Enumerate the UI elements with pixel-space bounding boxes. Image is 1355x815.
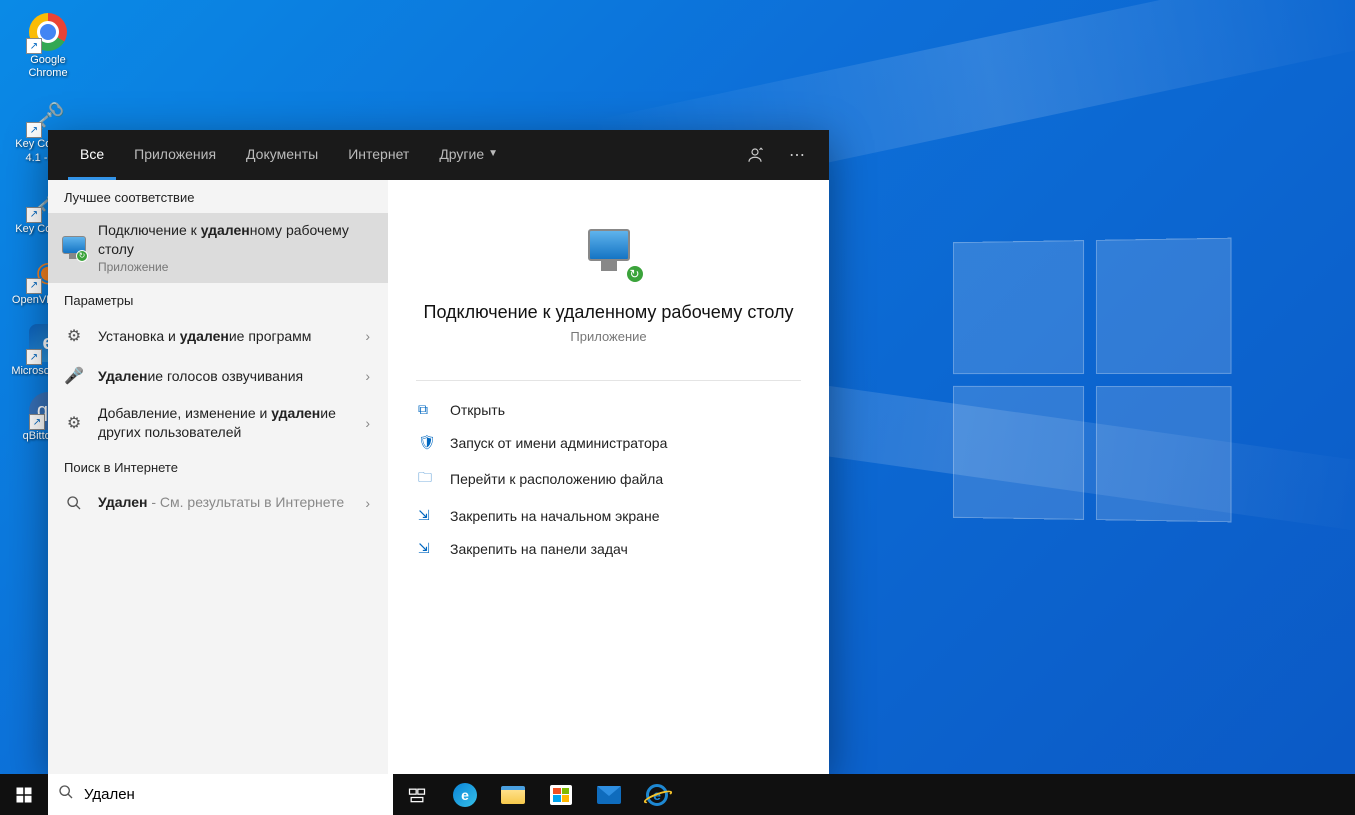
action-run-admin[interactable]: 🛡 Запуск от имени администратора xyxy=(388,426,829,459)
start-search-panel: Все Приложения Документы Интернет Другие… xyxy=(48,130,829,774)
windows-icon xyxy=(15,786,33,804)
tab-label: Документы xyxy=(246,146,318,162)
preview-app-subtitle: Приложение xyxy=(570,329,646,344)
tab-more[interactable]: Другие ▼ xyxy=(427,130,510,180)
taskbar-mail[interactable] xyxy=(585,774,633,815)
chevron-right-icon[interactable]: › xyxy=(361,415,374,431)
mic-icon: 🎤 xyxy=(62,364,86,388)
chrome-icon xyxy=(26,10,70,54)
edge-icon: e xyxy=(453,783,477,807)
search-input[interactable] xyxy=(84,786,383,803)
ie-icon: e xyxy=(646,784,668,806)
result-settings-item[interactable]: ⚙ Установка и удаление программ › xyxy=(48,316,388,356)
taskbar-explorer[interactable] xyxy=(489,774,537,815)
more-options-icon[interactable]: ⋯ xyxy=(779,137,815,173)
result-best-match[interactable]: ↻ Подключение к удаленному рабочему стол… xyxy=(48,213,388,283)
pin-icon: ⇲ xyxy=(418,507,436,524)
result-text: Удален - См. результаты в Интернете xyxy=(98,493,349,512)
section-web: Поиск в Интернете xyxy=(48,450,388,483)
tab-label: Приложения xyxy=(134,146,216,162)
pin-icon: ⇲ xyxy=(418,540,436,557)
search-icon xyxy=(62,491,86,515)
action-open[interactable]: ⧉ Открыть xyxy=(388,393,829,426)
action-file-location[interactable]: 🗀 Перейти к расположению файла xyxy=(388,459,829,499)
task-view-button[interactable] xyxy=(393,774,441,815)
result-text: Удаление голосов озвучивания xyxy=(98,367,349,386)
action-label: Запуск от имени администратора xyxy=(450,435,667,451)
action-pin-taskbar[interactable]: ⇲ Закрепить на панели задач xyxy=(388,532,829,565)
taskbar-ie[interactable]: e xyxy=(633,774,681,815)
desktop[interactable]: Google Chrome 🗝️ Key Collector 4.1 - Tes… xyxy=(0,0,1355,815)
divider xyxy=(416,380,801,381)
tab-label: Все xyxy=(80,146,104,162)
result-web-item[interactable]: Удален - См. результаты в Интернете › xyxy=(48,483,388,523)
mail-icon xyxy=(597,786,621,804)
chevron-right-icon[interactable]: › xyxy=(361,495,374,511)
search-preview-pane: ↻ Подключение к удаленному рабочему стол… xyxy=(388,180,829,774)
start-button[interactable] xyxy=(0,774,48,815)
taskbar-edge[interactable]: e xyxy=(441,774,489,815)
result-text: Установка и удаление программ xyxy=(98,327,349,346)
open-icon: ⧉ xyxy=(418,401,436,418)
action-label: Перейти к расположению файла xyxy=(450,471,663,487)
result-settings-item[interactable]: 🎤 Удаление голосов озвучивания › xyxy=(48,356,388,396)
action-label: Открыть xyxy=(450,402,505,418)
task-view-icon xyxy=(407,785,427,805)
wallpaper-windows-logo xyxy=(953,238,1232,523)
action-pin-start[interactable]: ⇲ Закрепить на начальном экране xyxy=(388,499,829,532)
store-icon xyxy=(550,785,572,805)
taskbar-store[interactable] xyxy=(537,774,585,815)
rdp-icon: ↻ xyxy=(577,218,641,282)
tab-label: Другие xyxy=(439,146,484,162)
tab-documents[interactable]: Документы xyxy=(234,130,330,180)
chevron-down-icon: ▼ xyxy=(488,148,498,159)
preview-app-title: Подключение к удаленному рабочему столу xyxy=(424,302,794,323)
result-text: Добавление, изменение и удаление других … xyxy=(98,404,349,442)
tab-label: Интернет xyxy=(348,146,409,162)
feedback-icon[interactable] xyxy=(737,137,773,173)
chevron-right-icon[interactable]: › xyxy=(361,328,374,344)
gear-icon: ⚙ xyxy=(62,411,86,435)
rdp-icon: ↻ xyxy=(62,236,86,260)
search-results-list: Лучшее соответствие ↻ Подключение к удал… xyxy=(48,180,388,774)
tab-all[interactable]: Все xyxy=(68,130,116,180)
section-settings: Параметры xyxy=(48,283,388,316)
taskbar: e e xyxy=(0,774,1355,815)
chevron-right-icon[interactable]: › xyxy=(361,368,374,384)
gear-icon: ⚙ xyxy=(62,324,86,348)
action-label: Закрепить на панели задач xyxy=(450,541,628,557)
folder-icon xyxy=(501,786,525,804)
search-icon xyxy=(58,784,74,805)
action-label: Закрепить на начальном экране xyxy=(450,508,660,524)
desktop-icon-chrome[interactable]: Google Chrome xyxy=(8,10,88,80)
taskbar-search-box[interactable] xyxy=(48,774,393,815)
tab-apps[interactable]: Приложения xyxy=(122,130,228,180)
result-settings-item[interactable]: ⚙ Добавление, изменение и удаление други… xyxy=(48,396,388,450)
tab-internet[interactable]: Интернет xyxy=(336,130,421,180)
folder-icon: 🗀 xyxy=(418,467,436,491)
desktop-icon-label: Google Chrome xyxy=(10,54,86,80)
shield-icon: 🛡 xyxy=(418,434,436,451)
result-subtitle: Приложение xyxy=(98,259,374,275)
result-text: Подключение к удаленному рабочему столу … xyxy=(98,221,374,275)
search-tabs-bar: Все Приложения Документы Интернет Другие… xyxy=(48,130,829,180)
section-best-match: Лучшее соответствие xyxy=(48,180,388,213)
